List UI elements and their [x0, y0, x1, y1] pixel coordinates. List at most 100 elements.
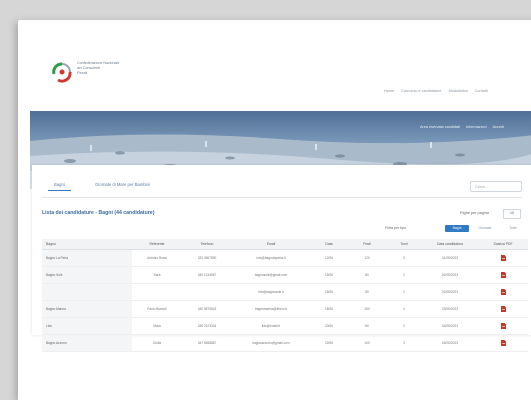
filter-button-bagni[interactable]: Bagni — [445, 225, 469, 232]
table-row[interactable]: Bagno Sole Sara 349 1234567 bagnosole@gmail… — [42, 266, 528, 284]
column-header-data[interactable]: Data — [310, 239, 348, 250]
table-header-row: Bagno Referente Telefono Email Data Post… — [42, 239, 528, 250]
filter-button-giornate[interactable]: Giornate — [473, 225, 497, 232]
table-cell: bagnoazzurro@gmail.com — [232, 334, 310, 352]
tab-bagni[interactable]: Bagni — [44, 178, 75, 191]
pdf-download-cell — [478, 300, 528, 318]
table-cell: Lido — [42, 317, 132, 335]
pdf-download-cell — [478, 317, 528, 335]
table-cell: bagnosole@gmail.com — [232, 266, 310, 284]
table-cell: 15/06 — [310, 283, 348, 301]
pdf-download-icon[interactable] — [500, 271, 506, 278]
table-cell: 4 — [386, 300, 422, 318]
pdf-download-icon[interactable] — [500, 339, 506, 346]
per-page-select[interactable]: 10 — [503, 209, 521, 219]
candidature-table: Bagno Referente Telefono Email Data Post… — [42, 239, 528, 352]
site-header: Confederazione Nazionale dei Consulenti … — [30, 32, 531, 102]
table-cell — [182, 283, 232, 301]
column-header-posti[interactable]: Posti — [348, 239, 386, 250]
logo-line-3: Fiscali — [77, 71, 88, 75]
hero-link-area-riservata[interactable]: Area riservata candidati — [420, 125, 460, 129]
table-cell: 150 — [348, 300, 386, 318]
hero-link-accedi[interactable]: Accedi — [493, 125, 504, 129]
table-cell: Bagno Marina — [42, 300, 132, 318]
table-cell: 02/05/2023 — [422, 266, 478, 284]
pdf-download-cell — [478, 266, 528, 284]
pdf-download-icon[interactable] — [500, 322, 506, 329]
table-row[interactable]: Lido Mara 338 2223334 lido@email.it 20/06 60 2… — [42, 317, 528, 335]
table-cell: 349 1234567 — [182, 266, 232, 284]
column-header-email[interactable]: Email — [232, 239, 310, 250]
column-header-turni[interactable]: Turni — [386, 239, 422, 250]
nav-link-home[interactable]: Home — [384, 89, 394, 93]
table-cell: 18/06 — [310, 300, 348, 318]
table-cell: 2 — [386, 266, 422, 284]
table-cell: Mara — [132, 317, 182, 335]
hero-links: Area riservata candidati Informazioni Ac… — [420, 125, 509, 129]
table-cell: 05/05/2023 — [422, 334, 478, 352]
table-cell: 333 4567890 — [182, 249, 232, 267]
table-cell: 22/06 — [310, 334, 348, 352]
table-cell: 12/06 — [310, 249, 348, 267]
nav-link-modulistica[interactable]: Modulistica — [449, 89, 468, 93]
document-sheet: Confederazione Nazionale dei Consulenti … — [18, 20, 531, 400]
column-header-data-candidatura[interactable]: Data candidatura — [422, 239, 478, 250]
table-cell: 80 — [348, 266, 386, 284]
table-cell: info@bagnolaperla.it — [232, 249, 310, 267]
table-cell: 04/05/2023 — [422, 317, 478, 335]
table-cell: 3 — [386, 249, 422, 267]
pdf-download-icon[interactable] — [500, 305, 506, 312]
table-cell — [132, 283, 182, 301]
table-row[interactable]: Bagno La Perla Antonio Rossi 333 4567890 in… — [42, 249, 528, 267]
table-cell: Bagno Azzurro — [42, 334, 132, 352]
column-header-telefono[interactable]: Telefono — [182, 239, 232, 250]
table-cell: 20/06 — [310, 317, 348, 335]
table-cell: info@bagnosole.it — [232, 283, 310, 301]
table-row[interactable]: info@bagnosole.it 15/06 80 2 02/05/2023 — [42, 283, 528, 301]
column-header-pdf: Scarica PDF — [478, 239, 528, 250]
table-cell: 01/05/2023 — [422, 249, 478, 267]
table-cell — [42, 283, 132, 301]
table-cell: 100 — [348, 334, 386, 352]
top-navigation: Home Concorso e candidature Modulistica … — [384, 89, 494, 93]
table-cell: 2 — [386, 283, 422, 301]
table-cell: 02/05/2023 — [422, 283, 478, 301]
table-cell: bagnomarina@libero.it — [232, 300, 310, 318]
filter-label: Filtra per tipo — [385, 226, 406, 230]
list-title: Lista dei candidature - Bagni (44 candid… — [42, 210, 155, 216]
nav-link-concorso[interactable]: Concorso e candidature — [401, 89, 441, 93]
pdf-download-cell — [478, 283, 528, 301]
nav-link-contatti[interactable]: Contatti — [475, 89, 488, 93]
table-cell: Giulia — [132, 334, 182, 352]
table-cell: 340 9876543 — [182, 300, 232, 318]
table-cell: 120 — [348, 249, 386, 267]
pdf-download-icon[interactable] — [500, 254, 506, 261]
table-cell: Sara — [132, 266, 182, 284]
table-row[interactable]: Bagno Marina Paolo Bianchi 340 9876543 bagn… — [42, 300, 528, 318]
table-cell: 347 5558887 — [182, 334, 232, 352]
table-cell: 3 — [386, 334, 422, 352]
table-cell: 2 — [386, 317, 422, 335]
table-row[interactable]: Bagno Azzurro Giulia 347 5558887 bagnoazzur… — [42, 334, 528, 352]
search-input[interactable]: Cerca... — [470, 181, 522, 192]
table-cell: Bagno La Perla — [42, 249, 132, 267]
table-cell: 15/06 — [310, 266, 348, 284]
table-cell: 60 — [348, 317, 386, 335]
divider — [42, 197, 522, 198]
pdf-download-cell — [478, 249, 528, 267]
pdf-download-cell — [478, 334, 528, 352]
per-page-label: Righe per pagina — [460, 211, 489, 215]
organization-logo-icon[interactable] — [50, 60, 74, 84]
hero-link-informazioni[interactable]: Informazioni — [466, 125, 487, 129]
content-card: Bagni Giornate di Mare per Bambini Cerca… — [32, 165, 531, 352]
table-cell: 80 — [348, 283, 386, 301]
tab-bar: Bagni Giornate di Mare per Bambini — [44, 173, 166, 191]
column-header-bagno[interactable]: Bagno — [42, 239, 132, 250]
tab-giornate[interactable]: Giornate di Mare per Bambini — [85, 178, 160, 191]
pdf-download-icon[interactable] — [500, 288, 506, 295]
filter-button-tutte[interactable]: Tutte — [501, 225, 525, 232]
table-cell: 338 2223334 — [182, 317, 232, 335]
table-cell: 03/05/2023 — [422, 300, 478, 318]
table-cell: Antonio Rossi — [132, 249, 182, 267]
column-header-referente[interactable]: Referente — [132, 239, 182, 250]
